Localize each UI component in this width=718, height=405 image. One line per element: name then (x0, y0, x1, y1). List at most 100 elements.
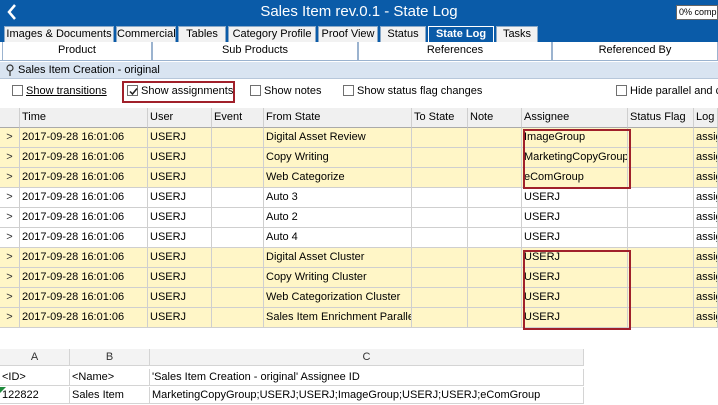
spreadsheet-cell[interactable]: <Name> (70, 369, 150, 386)
tab-commercial[interactable]: Commercial (116, 26, 176, 42)
tab-state-log[interactable]: State Log (428, 26, 494, 42)
cell-event (212, 288, 264, 308)
show-transitions-option[interactable]: Show transitions (12, 85, 107, 99)
table-row[interactable]: >2017-09-28 16:01:06 USERJ Sales Item Enri… (0, 308, 718, 328)
column-header-b[interactable]: B (70, 349, 150, 366)
column-header-time[interactable]: Time (20, 108, 148, 128)
cell-event (212, 148, 264, 168)
column-header-from-state[interactable]: From State (264, 108, 412, 128)
tab-references[interactable]: References (358, 42, 552, 61)
table-row[interactable]: >2017-09-28 16:01:06 USERJ Auto 4 USERJ assi… (0, 228, 718, 248)
spreadsheet-row: <ID> <Name> 'Sales Item Creation - origi… (0, 369, 584, 386)
show-status-flag-changes-checkbox[interactable] (343, 85, 354, 96)
cell-time: 2017-09-28 16:01:06 (20, 228, 148, 248)
cell-to-state (412, 168, 468, 188)
column-header-a[interactable]: A (0, 349, 70, 366)
spreadsheet-cell-text: 122822 (2, 389, 39, 401)
row-expander-icon[interactable]: > (0, 148, 20, 168)
options-row: Show transitions Show assignments Show n… (0, 80, 718, 104)
cell-event (212, 268, 264, 288)
show-status-flag-changes-label: Show status flag changes (357, 85, 483, 97)
show-notes-option[interactable]: Show notes (250, 85, 321, 99)
spreadsheet-cell[interactable]: Sales Item (70, 387, 150, 404)
column-header-assignee[interactable]: Assignee (522, 108, 628, 128)
cell-user: USERJ (148, 168, 212, 188)
spreadsheet-cell[interactable]: <ID> (0, 369, 70, 386)
tab-tasks[interactable]: Tasks (496, 26, 538, 42)
column-header-user[interactable]: User (148, 108, 212, 128)
cell-assignee: USERJ (522, 308, 628, 328)
table-row[interactable]: >2017-09-28 16:01:06 USERJ Auto 2 USERJ assi… (0, 208, 718, 228)
row-expander-icon[interactable]: > (0, 308, 20, 328)
cell-status-flag (628, 128, 694, 148)
table-row[interactable]: >2017-09-28 16:01:06 USERJ Auto 3 USERJ assi… (0, 188, 718, 208)
row-expander-icon[interactable]: > (0, 268, 20, 288)
show-status-flag-changes-option[interactable]: Show status flag changes (343, 85, 482, 99)
cell-log-type: assig (694, 188, 718, 208)
cell-user: USERJ (148, 288, 212, 308)
cell-status-flag (628, 308, 694, 328)
column-header-status-flag[interactable]: Status Flag (628, 108, 694, 128)
tab-tables[interactable]: Tables (178, 26, 226, 42)
cell-note (468, 148, 522, 168)
cell-status-flag (628, 208, 694, 228)
error-indicator-icon (0, 387, 6, 393)
pin-icon[interactable] (5, 64, 15, 76)
column-header-c[interactable]: C (150, 349, 584, 366)
row-expander-icon[interactable]: > (0, 288, 20, 308)
tab-product[interactable]: Product (2, 42, 152, 61)
spreadsheet-cell[interactable]: 122822 (0, 387, 70, 404)
cell-event (212, 188, 264, 208)
cell-user: USERJ (148, 148, 212, 168)
hide-parallel-option[interactable]: Hide parallel and cl (616, 85, 718, 99)
group-title: Sales Item Creation - original (18, 64, 160, 76)
show-transitions-checkbox[interactable] (12, 85, 23, 96)
cell-to-state (412, 148, 468, 168)
table-row[interactable]: >2017-09-28 16:01:06 USERJ Copy Writing Mar… (0, 148, 718, 168)
cell-log-type: assig (694, 268, 718, 288)
tab-sub-products[interactable]: Sub Products (152, 42, 358, 61)
column-header-log-type[interactable]: Log T (694, 108, 718, 128)
tab-referenced-by[interactable]: Referenced By (552, 42, 718, 61)
completion-field[interactable]: 0% comp (676, 5, 718, 20)
spreadsheet-cell[interactable]: MarketingCopyGroup;USERJ;USERJ;ImageGrou… (150, 387, 584, 404)
column-header-event[interactable]: Event (212, 108, 264, 128)
cell-from-state: Auto 4 (264, 228, 412, 248)
row-expander-icon[interactable]: > (0, 208, 20, 228)
cell-user: USERJ (148, 228, 212, 248)
row-expander-icon[interactable]: > (0, 228, 20, 248)
table-row[interactable]: >2017-09-28 16:01:06 USERJ Copy Writing Cl… (0, 268, 718, 288)
cell-from-state: Digital Asset Review (264, 128, 412, 148)
column-header-note[interactable]: Note (468, 108, 522, 128)
tab-category-profile[interactable]: Category Profile (228, 26, 316, 42)
cell-time: 2017-09-28 16:01:06 (20, 268, 148, 288)
cell-log-type: assig (694, 168, 718, 188)
cell-user: USERJ (148, 208, 212, 228)
table-row[interactable]: >2017-09-28 16:01:06 USERJ Web Categorize e… (0, 168, 718, 188)
cell-to-state (412, 248, 468, 268)
cell-to-state (412, 288, 468, 308)
row-expander-icon[interactable]: > (0, 188, 20, 208)
hide-parallel-checkbox[interactable] (616, 85, 627, 96)
tab-status[interactable]: Status (380, 26, 426, 42)
cell-time: 2017-09-28 16:01:06 (20, 288, 148, 308)
column-header-to-state[interactable]: To State (412, 108, 468, 128)
cell-event (212, 128, 264, 148)
row-expander-icon[interactable]: > (0, 168, 20, 188)
cell-from-state: Copy Writing Cluster (264, 268, 412, 288)
hide-parallel-label: Hide parallel and cl (630, 85, 718, 97)
cell-status-flag (628, 228, 694, 248)
show-notes-checkbox[interactable] (250, 85, 261, 96)
spreadsheet-cell[interactable]: 'Sales Item Creation - original' Assigne… (150, 369, 584, 386)
row-expander-icon[interactable]: > (0, 248, 20, 268)
table-row[interactable]: >2017-09-28 16:01:06 USERJ Digital Asset R… (0, 128, 718, 148)
cell-status-flag (628, 148, 694, 168)
tab-proof-view[interactable]: Proof View (318, 26, 378, 42)
table-row[interactable]: >2017-09-28 16:01:06 USERJ Web Categorizat… (0, 288, 718, 308)
cell-log-type: assig (694, 208, 718, 228)
cell-from-state: Copy Writing (264, 148, 412, 168)
tab-images-documents[interactable]: Images & Documents (4, 26, 114, 42)
cell-from-state: Digital Asset Cluster (264, 248, 412, 268)
row-expander-icon[interactable]: > (0, 128, 20, 148)
table-row[interactable]: >2017-09-28 16:01:06 USERJ Digital Asset C… (0, 248, 718, 268)
